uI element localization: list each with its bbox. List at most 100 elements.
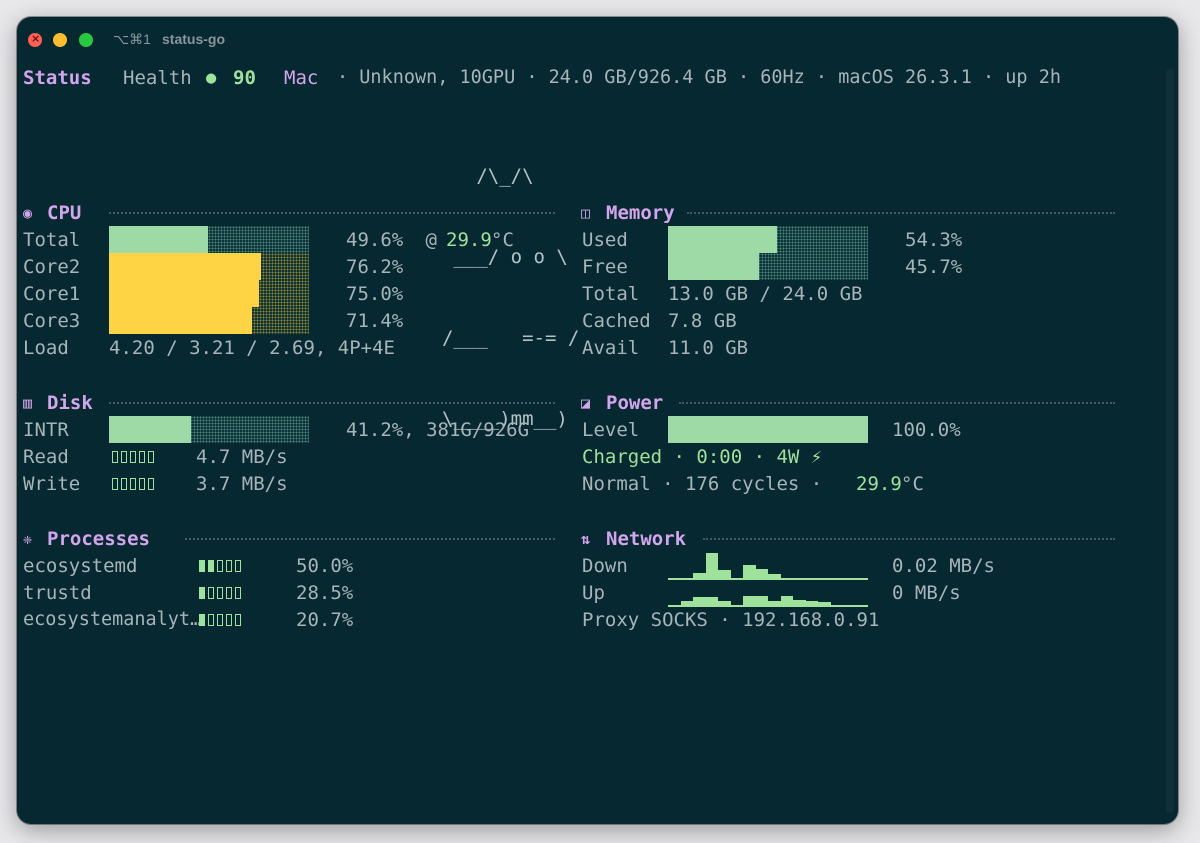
network-up-sparkline (668, 577, 868, 607)
memory-used-value: 54.3% (905, 229, 963, 251)
disk-intr-value: 41.2%, 381G/926G (346, 419, 530, 441)
core1-value: 75.0% (346, 283, 404, 305)
terminal-window: × ⌥⌘1 status-go Status Health ● 90 Mac ·… (17, 17, 1178, 824)
meter-cell (208, 587, 214, 599)
core2-value: 76.2% (346, 256, 404, 278)
meter-cell (139, 478, 145, 490)
meter-cell (199, 560, 205, 572)
process-name: ecosystemanalyt… (23, 609, 202, 630)
meter-cell (226, 614, 232, 626)
sparkline-bar (680, 601, 693, 605)
memory-icon: ◫ (581, 204, 591, 222)
disk-read-meter (112, 451, 154, 463)
meter-cell (121, 478, 127, 490)
meter-cell (235, 560, 241, 572)
load-label: Load (23, 337, 69, 359)
memory-used-bar (668, 226, 868, 253)
meter-cell (112, 478, 118, 490)
meter-cell (199, 587, 205, 599)
cpu-title: CPU (47, 202, 82, 224)
tab-shortcut: ⌥⌘1 (113, 31, 151, 47)
health-value: 90 (233, 67, 256, 89)
power-temp-value: 29.9 (856, 473, 902, 495)
meter-cell (199, 614, 205, 626)
memory-avail-label: Avail (582, 337, 640, 359)
sparkline-bar (818, 602, 831, 605)
memory-cached-label: Cached (582, 310, 651, 332)
process-cpu-value: 50.0% (296, 555, 354, 577)
disk-title: Disk (47, 392, 93, 414)
memory-used-label: Used (582, 229, 628, 251)
meter-cell (235, 614, 241, 626)
memory-free-value: 45.7% (905, 256, 963, 278)
minimize-button[interactable] (53, 33, 67, 47)
cpu-row-label: Total (23, 229, 81, 251)
sparkline-bar (755, 596, 768, 605)
cpu-divider (109, 212, 555, 214)
process-name: ecosystemd (23, 555, 138, 577)
meter-cell (148, 478, 154, 490)
memory-cached-value: 7.8 GB (668, 310, 737, 332)
core1-bar (109, 280, 309, 307)
meter-cell (235, 587, 241, 599)
cpu-total-bar (109, 226, 309, 253)
network-down-value: 0.02 MB/s (892, 555, 995, 577)
close-icon: × (31, 32, 41, 45)
power-title: Power (606, 392, 664, 414)
meter-cell (121, 451, 127, 463)
disk-intr-label: INTR (23, 419, 69, 441)
processes-title: Processes (47, 528, 150, 550)
meter-cell (208, 560, 214, 572)
meter-cell (217, 614, 223, 626)
process-meter (199, 614, 241, 626)
meter-cell (139, 451, 145, 463)
scrollbar[interactable] (1166, 69, 1174, 813)
cpu-temp-value: 29.9 (446, 229, 492, 251)
memory-divider (687, 212, 1115, 214)
close-button[interactable]: × (28, 32, 42, 47)
cpu-temp-unit: °C (491, 229, 514, 251)
cpu-icon: ◉ (23, 204, 33, 222)
memory-free-label: Free (582, 256, 628, 278)
processes-icon: ❈ (23, 530, 33, 548)
meter-cell (208, 614, 214, 626)
disk-write-label: Write (23, 473, 81, 495)
memory-total-value: 13.0 GB / 24.0 GB (668, 283, 863, 305)
core3-value: 71.4% (346, 310, 404, 332)
power-level-value: 100.0% (892, 419, 961, 441)
status-label: Status (23, 67, 92, 89)
process-name: trustd (23, 582, 92, 604)
process-cpu-value: 28.5% (296, 582, 354, 604)
processes-divider (185, 538, 555, 540)
power-divider (679, 402, 1115, 404)
sparkline-bar (743, 596, 756, 605)
network-down-sparkline (668, 550, 868, 580)
health-label: Health (123, 67, 192, 89)
mascot-line: /\_/\ (442, 165, 534, 187)
cpu-row-label: Core2 (23, 256, 81, 278)
network-up-label: Up (582, 582, 605, 604)
memory-avail-value: 11.0 GB (668, 337, 749, 359)
meter-cell (148, 451, 154, 463)
power-icon: ◪ (581, 394, 591, 412)
disk-divider (109, 402, 555, 404)
sparkline-bar (705, 597, 718, 605)
core2-bar (109, 253, 309, 280)
power-level-bar (668, 416, 868, 443)
sparkline-bar (805, 601, 818, 605)
sparkline-bar (718, 601, 731, 605)
network-down-label: Down (582, 555, 628, 577)
network-up-value: 0 MB/s (892, 582, 961, 604)
process-meter (199, 587, 241, 599)
sparkline-bar (693, 597, 706, 605)
disk-intr-bar (109, 416, 309, 443)
meter-cell (226, 587, 232, 599)
system-info: · Unknown, 10GPU · 24.0 GB/926.4 GB · 60… (337, 67, 1061, 88)
zoom-button[interactable] (79, 33, 93, 47)
disk-icon: ▥ (23, 394, 33, 412)
cpu-row-label: Core1 (23, 283, 81, 305)
cpu-row-label: Core3 (23, 310, 81, 332)
core3-bar (109, 307, 309, 334)
sparkline-bar (705, 553, 718, 578)
network-icon: ⇅ (581, 530, 591, 548)
